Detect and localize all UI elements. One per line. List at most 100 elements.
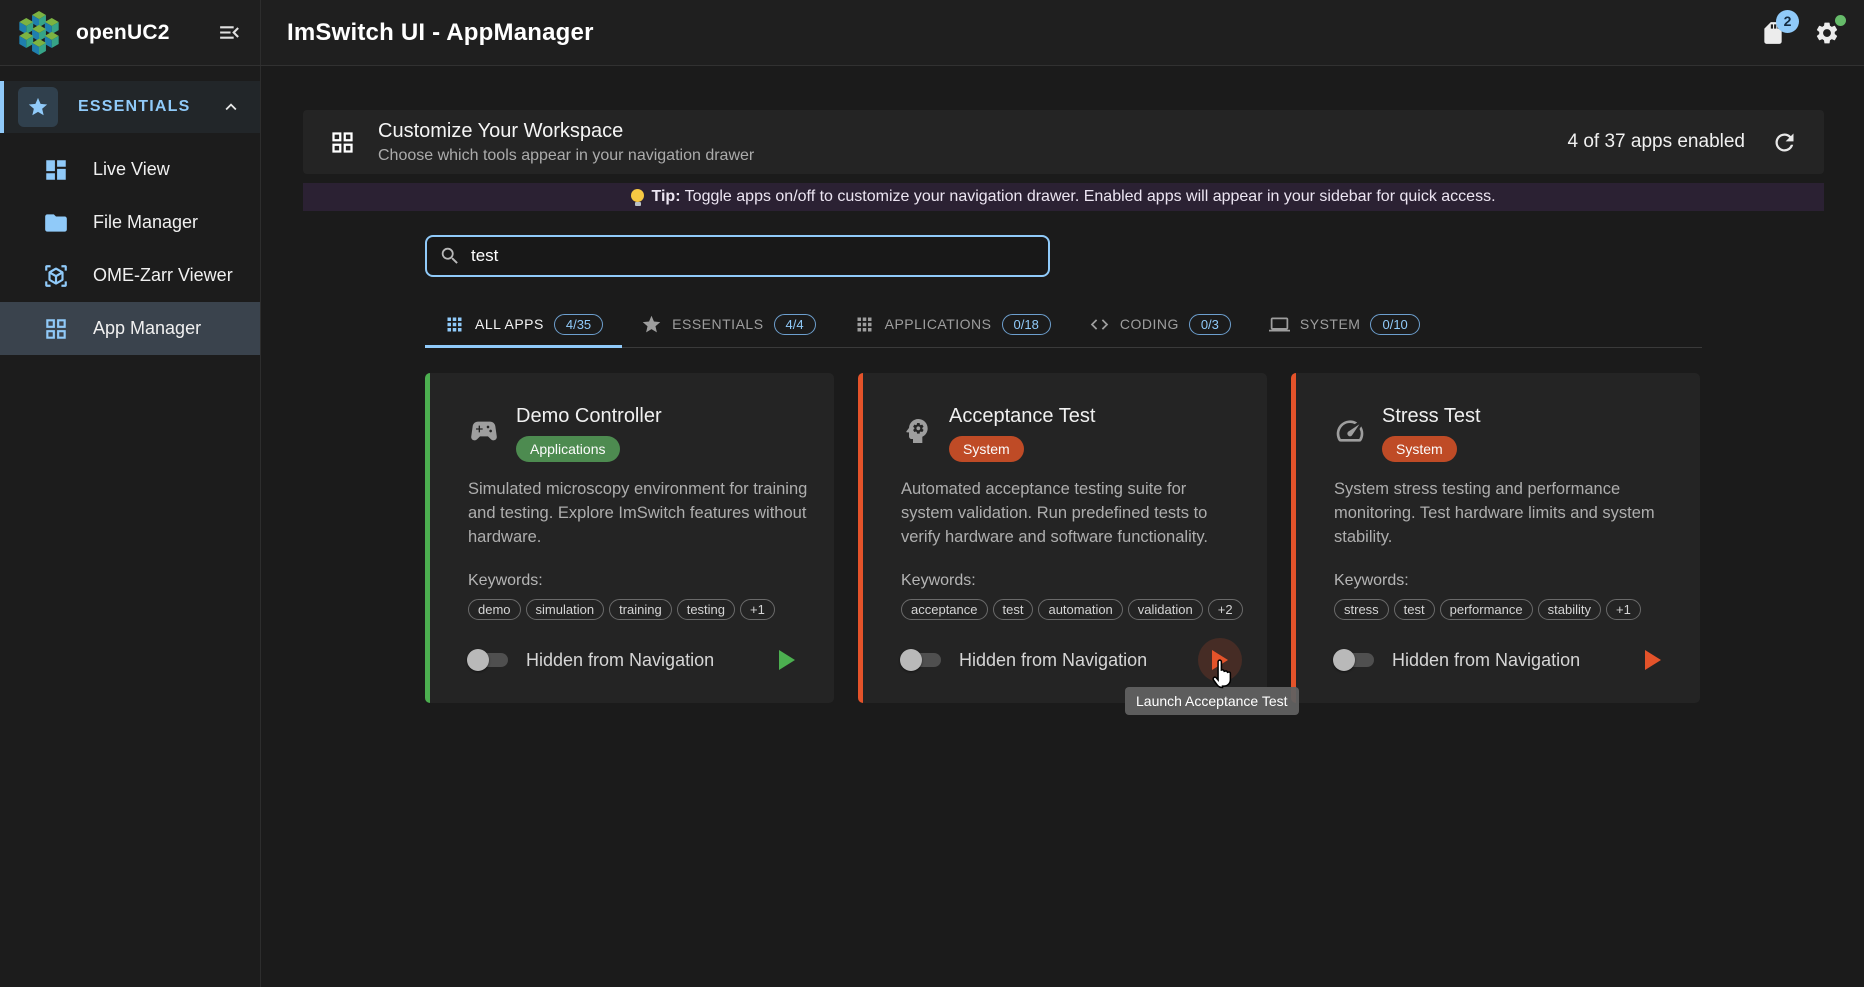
view-in-ar-icon	[43, 263, 69, 289]
keyword-chip: stress	[1334, 599, 1389, 620]
keyword-chip: +2	[1208, 599, 1243, 620]
hidden-from-nav-toggle[interactable]	[468, 652, 510, 668]
category-badge: Applications	[516, 436, 620, 462]
sidebar-item-ome-zarr-viewer[interactable]: OME-Zarr Viewer	[0, 249, 260, 302]
card-header: Acceptance Test System	[901, 405, 1243, 462]
tab-essentials[interactable]: ESSENTIALS 4/4	[622, 301, 834, 347]
card-description: System stress testing and performance mo…	[1334, 478, 1676, 550]
keyword-chips: stress test performance stability +1	[1334, 599, 1676, 620]
card-header: Demo Controller Applications	[468, 405, 810, 462]
sidebar-item-live-view[interactable]: Live View	[0, 143, 260, 196]
brand-name: openUC2	[76, 21, 170, 45]
keyword-chips: acceptance test automation validation +2	[901, 599, 1243, 620]
card-header-text: Demo Controller Applications	[516, 405, 662, 462]
online-status-dot	[1835, 15, 1846, 26]
tab-coding[interactable]: CODING 0/3	[1070, 301, 1250, 347]
card-title: Stress Test	[1382, 405, 1481, 428]
play-icon	[1645, 650, 1661, 670]
laptop-icon	[1269, 314, 1290, 335]
app-cards-grid: Demo Controller Applications Simulated m…	[425, 373, 1702, 703]
toggle-label: Hidden from Navigation	[1392, 650, 1580, 671]
app-card-acceptance-test: Acceptance Test System Automated accepta…	[858, 373, 1267, 703]
keyword-chip: stability	[1538, 599, 1601, 620]
folder-icon	[43, 210, 69, 236]
settings-button[interactable]	[1812, 18, 1842, 48]
sidebar: ESSENTIALS Live View File Manager OME-Za…	[0, 66, 261, 987]
app-card-demo-controller: Demo Controller Applications Simulated m…	[425, 373, 834, 703]
tab-label: ESSENTIALS	[672, 316, 763, 332]
launch-tooltip: Launch Acceptance Test	[1125, 687, 1299, 715]
sidebar-item-file-manager[interactable]: File Manager	[0, 196, 260, 249]
tab-label: SYSTEM	[1300, 316, 1361, 332]
tab-bar: ALL APPS 4/35 ESSENTIALS 4/4 APPLICATION…	[425, 301, 1702, 348]
card-description: Simulated microscopy environment for tra…	[468, 478, 810, 550]
workspace-subtitle: Choose which tools appear in your naviga…	[378, 147, 754, 165]
card-description: Automated acceptance testing suite for s…	[901, 478, 1243, 550]
notification-count-badge: 2	[1776, 10, 1799, 33]
grid-view-icon	[329, 129, 356, 156]
sidebar-collapse-button[interactable]	[217, 20, 242, 45]
keyword-chip: demo	[468, 599, 521, 620]
launch-app-button[interactable]	[1630, 637, 1676, 683]
star-icon	[641, 314, 662, 335]
tip-label: Tip:	[651, 188, 680, 205]
keyword-chip: test	[993, 599, 1034, 620]
keyword-chips: demo simulation training testing +1	[468, 599, 810, 620]
tab-label: ALL APPS	[475, 316, 544, 332]
play-icon	[779, 650, 795, 670]
lightbulb-icon	[631, 189, 644, 206]
hidden-from-nav-toggle[interactable]	[1334, 652, 1376, 668]
psychology-icon	[901, 415, 933, 447]
search-box	[425, 235, 1050, 277]
card-title: Demo Controller	[516, 405, 662, 428]
card-footer: Hidden from Navigation	[468, 637, 810, 683]
tab-count-badge: 0/18	[1002, 314, 1051, 335]
storage-button[interactable]: 2	[1758, 18, 1788, 48]
tab-system[interactable]: SYSTEM 0/10	[1250, 301, 1439, 347]
star-icon	[18, 87, 58, 127]
tab-all-apps[interactable]: ALL APPS 4/35	[425, 301, 622, 347]
card-header: Stress Test System	[1334, 405, 1676, 462]
mouse-cursor	[1208, 655, 1242, 691]
app-bar: openUC2 ImSwitch UI - AppManager 2	[0, 0, 1864, 66]
grid-view-icon	[43, 316, 69, 342]
workspace-header-right: 4 of 37 apps enabled	[1568, 129, 1799, 156]
search-input[interactable]	[471, 246, 1036, 266]
card-footer: Hidden from Navigation	[901, 637, 1243, 683]
launch-app-button[interactable]	[764, 637, 810, 683]
keywords-label: Keywords:	[468, 572, 810, 590]
keyword-chip: +1	[740, 599, 775, 620]
hidden-from-nav-toggle[interactable]	[901, 652, 943, 668]
tip-banner: Tip: Toggle apps on/off to customize you…	[303, 183, 1824, 211]
keyword-chip: validation	[1128, 599, 1203, 620]
apps-grid-icon	[854, 314, 875, 335]
refresh-icon	[1771, 129, 1798, 156]
tab-count-badge: 0/3	[1189, 314, 1231, 335]
sidebar-item-app-manager[interactable]: App Manager	[0, 302, 260, 355]
card-header-text: Stress Test System	[1382, 405, 1481, 462]
app-bar-actions: 2	[1758, 18, 1842, 48]
sidebar-item-label: File Manager	[93, 212, 198, 233]
page-title: ImSwitch UI - AppManager	[287, 19, 594, 47]
refresh-button[interactable]	[1771, 129, 1798, 156]
keyword-chip: test	[1394, 599, 1435, 620]
workspace-header-text: Customize Your Workspace Choose which to…	[378, 120, 754, 165]
tab-label: CODING	[1120, 316, 1179, 332]
app-bar-main: ImSwitch UI - AppManager 2	[261, 0, 1864, 65]
app-card-stress-test: Stress Test System System stress testing…	[1291, 373, 1700, 703]
keyword-chip: performance	[1440, 599, 1533, 620]
chevron-up-icon[interactable]	[220, 96, 242, 118]
keywords-label: Keywords:	[1334, 572, 1676, 590]
sidebar-section-essentials[interactable]: ESSENTIALS	[0, 81, 260, 133]
tab-applications[interactable]: APPLICATIONS 0/18	[835, 301, 1070, 347]
toggle-label: Hidden from Navigation	[526, 650, 714, 671]
sidebar-item-label: Live View	[93, 159, 170, 180]
category-badge: System	[1382, 436, 1457, 462]
search-icon	[439, 245, 461, 267]
toggle-label: Hidden from Navigation	[959, 650, 1147, 671]
keyword-chip: testing	[677, 599, 735, 620]
speedometer-icon	[1334, 415, 1366, 447]
keyword-chip: +1	[1606, 599, 1641, 620]
code-icon	[1089, 314, 1110, 335]
tab-label: APPLICATIONS	[885, 316, 992, 332]
